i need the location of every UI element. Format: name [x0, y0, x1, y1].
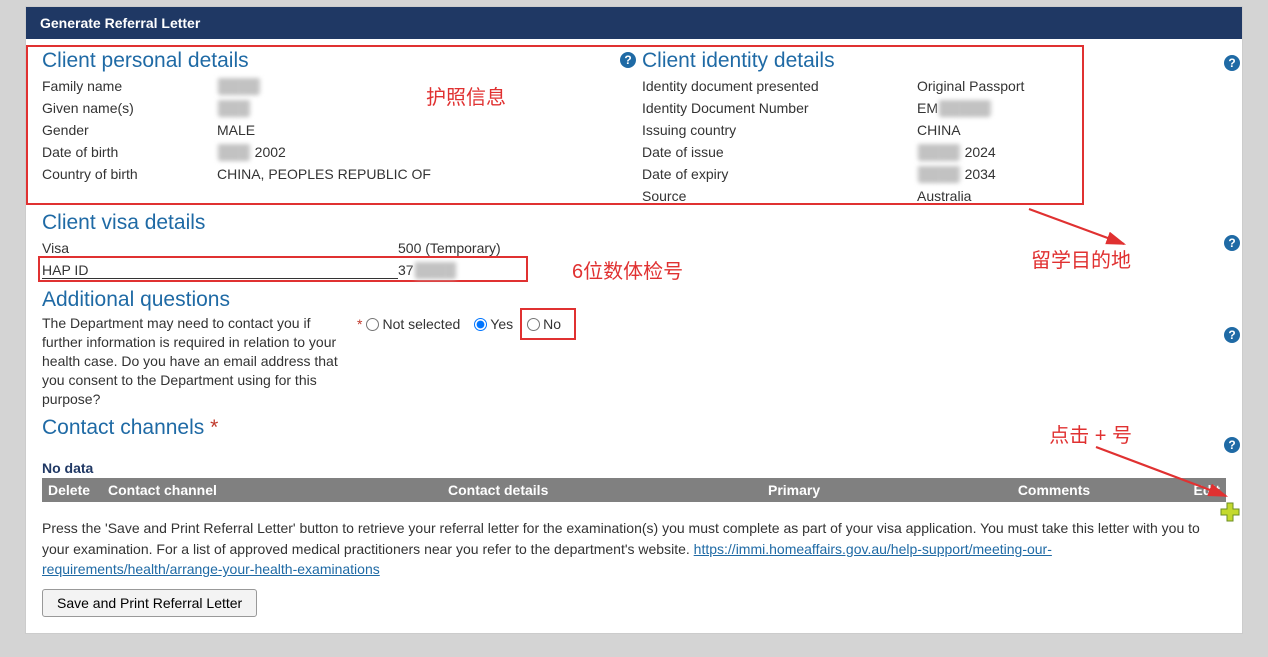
- dob-label: Date of birth: [42, 144, 217, 160]
- radio-not-selected-input[interactable]: [366, 318, 379, 331]
- contact-required-star: *: [204, 416, 218, 439]
- panel-title: Generate Referral Letter: [26, 7, 1242, 39]
- th-primary: Primary: [768, 482, 948, 498]
- expiry-date-pre: ████: [917, 166, 961, 182]
- hap-id-prefix: 37: [398, 262, 414, 278]
- issuing-country-label: Issuing country: [642, 122, 917, 138]
- panel-body: 护照信息 留学目的地 ? ? ? ? Client personal detai…: [26, 39, 1242, 633]
- radio-no-input[interactable]: [527, 318, 540, 331]
- source-label: Source: [642, 188, 917, 204]
- dob-value-pre: ███: [217, 144, 251, 160]
- required-indicator: *: [357, 316, 362, 332]
- issue-date-label: Date of issue: [642, 144, 917, 160]
- th-channel: Contact channel: [108, 482, 448, 498]
- radio-not-selected-label: Not selected: [382, 316, 460, 332]
- contact-table-header: Delete Contact channel Contact details P…: [42, 478, 1226, 502]
- questions-row: The Department may need to contact you i…: [42, 314, 1226, 408]
- cob-label: Country of birth: [42, 166, 217, 182]
- hap-id-label: HAP ID: [42, 262, 398, 279]
- doc-presented-label: Identity document presented: [642, 78, 917, 94]
- radio-yes[interactable]: Yes: [474, 316, 513, 332]
- help-icon-questions[interactable]: ?: [1224, 327, 1240, 343]
- expiry-date-label: Date of expiry: [642, 166, 917, 182]
- save-print-button[interactable]: Save and Print Referral Letter: [42, 589, 257, 617]
- question-radios: * Not selected Yes No: [357, 314, 571, 408]
- issue-date-year: 2024: [961, 144, 996, 160]
- help-icon-personal[interactable]: ?: [620, 52, 636, 68]
- help-icon-visa[interactable]: ?: [1224, 235, 1240, 251]
- personal-details-col: Client personal details ? Family name███…: [42, 45, 642, 207]
- instruction-text: Press the 'Save and Print Referral Lette…: [42, 518, 1226, 579]
- personal-details-title: Client personal details: [42, 49, 249, 73]
- radio-no-label: No: [543, 316, 561, 332]
- radio-no[interactable]: No: [527, 316, 561, 332]
- dob-value-year: 2002: [251, 144, 286, 160]
- doc-number-prefix: EM: [917, 100, 938, 116]
- hap-id-rest: ████: [414, 262, 458, 278]
- contact-channels-title: Contact channels *: [42, 416, 1226, 440]
- top-details-row: Client personal details ? Family name███…: [42, 45, 1226, 207]
- visa-value: 500 (Temporary): [398, 240, 1226, 256]
- th-details: Contact details: [448, 482, 768, 498]
- given-names-label: Given name(s): [42, 100, 217, 116]
- question-text: The Department may need to contact you i…: [42, 314, 357, 408]
- visa-label: Visa: [42, 240, 398, 256]
- issue-date-pre: ████: [917, 144, 961, 160]
- help-icon-contact[interactable]: ?: [1224, 437, 1240, 453]
- source-value: Australia: [917, 188, 1226, 204]
- doc-presented-value: Original Passport: [917, 78, 1226, 94]
- th-comments: Comments: [948, 482, 1160, 498]
- doc-number-label: Identity Document Number: [642, 100, 917, 116]
- family-name-label: Family name: [42, 78, 217, 94]
- th-edit: Edit: [1160, 482, 1220, 498]
- expiry-date-year: 2034: [961, 166, 996, 182]
- identity-details-col: Client identity details Identity documen…: [642, 45, 1226, 207]
- radio-not-selected[interactable]: Not selected: [366, 316, 460, 332]
- main-panel: Generate Referral Letter 护照信息 留学目的地 ? ? …: [25, 6, 1243, 634]
- no-data-text: No data: [42, 460, 1226, 476]
- radio-yes-input[interactable]: [474, 318, 487, 331]
- th-delete: Delete: [48, 482, 108, 498]
- identity-details-title: Client identity details: [642, 49, 1226, 73]
- visa-details-title: Client visa details: [42, 211, 1226, 235]
- doc-number-rest: █████: [938, 100, 992, 116]
- given-names-value: ███: [217, 100, 251, 116]
- help-icon-identity[interactable]: ?: [1224, 55, 1240, 71]
- issuing-country-value: CHINA: [917, 122, 1226, 138]
- gender-label: Gender: [42, 122, 217, 138]
- contact-channels-title-text: Contact channels: [42, 416, 204, 439]
- additional-questions-title: Additional questions: [42, 288, 1226, 312]
- radio-yes-label: Yes: [490, 316, 513, 332]
- family-name-value: ████: [217, 78, 261, 94]
- cob-value: CHINA, PEOPLES REPUBLIC OF: [217, 166, 642, 182]
- gender-value: MALE: [217, 122, 642, 138]
- add-contact-button[interactable]: [1219, 501, 1241, 523]
